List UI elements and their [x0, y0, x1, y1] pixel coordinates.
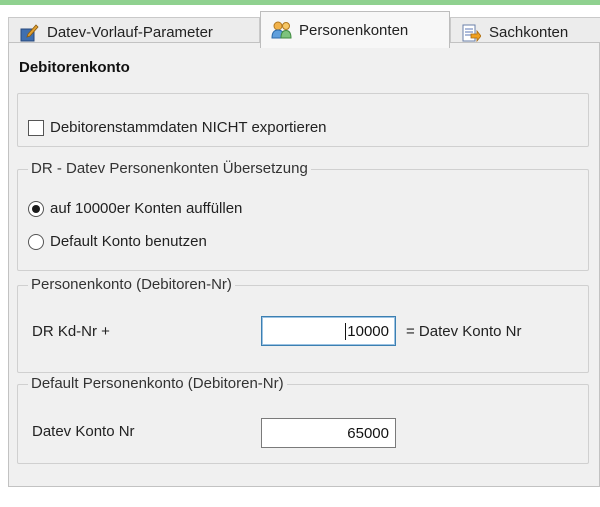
datev-konto-suffix-label: = Datev Konto Nr: [406, 323, 522, 340]
radio-button-selected[interactable]: [28, 200, 44, 217]
kd-nr-offset-value: 10000: [347, 322, 389, 340]
users-icon: [271, 20, 292, 40]
radio-label: Default Konto benutzen: [50, 233, 207, 250]
document-arrow-icon: [461, 23, 482, 43]
text-caret: [345, 322, 347, 340]
account-group: Personenkonto (Debitoren-Nr) DR Kd-Nr + …: [17, 276, 589, 373]
section-heading: Debitorenkonto: [19, 59, 130, 76]
radio-option-default-konto[interactable]: Default Konto benutzen: [28, 233, 207, 250]
translation-group: DR - Datev Personenkonten Übersetzung au…: [17, 160, 589, 271]
tab-label: Sachkonten: [489, 24, 569, 41]
export-checkbox[interactable]: [28, 119, 44, 136]
default-account-legend: Default Personenkonto (Debitoren-Nr): [28, 375, 287, 392]
radio-button[interactable]: [28, 233, 44, 250]
tab-personenkonten[interactable]: Personenkonten: [260, 11, 450, 48]
export-checkbox-label: Debitorenstammdaten NICHT exportieren: [50, 119, 327, 136]
blue-pencil-document-icon: [19, 23, 39, 43]
account-legend: Personenkonto (Debitoren-Nr): [28, 276, 235, 293]
radio-label: auf 10000er Konten auffüllen: [50, 200, 243, 217]
personenkonten-panel: Debitorenkonto Debitorenstammdaten NICHT…: [8, 42, 600, 487]
tab-bar: Datev-Vorlauf-Parameter Personenkonten S…: [0, 5, 600, 48]
radio-option-fill-10000[interactable]: auf 10000er Konten auffüllen: [28, 200, 242, 217]
kd-nr-label: DR Kd-Nr +: [32, 323, 110, 340]
export-checkbox-row[interactable]: Debitorenstammdaten NICHT exportieren: [28, 119, 327, 136]
default-konto-value: 65000: [347, 424, 389, 442]
translation-legend: DR - Datev Personenkonten Übersetzung: [28, 160, 311, 177]
kd-nr-offset-input[interactable]: 10000: [261, 316, 396, 346]
default-account-group: Default Personenkonto (Debitoren-Nr) Dat…: [17, 375, 589, 464]
export-group: Debitorenstammdaten NICHT exportieren: [17, 93, 589, 147]
datev-konto-label: Datev Konto Nr: [32, 423, 135, 440]
tab-label: Personenkonten: [299, 21, 409, 39]
default-konto-input[interactable]: 65000: [261, 418, 396, 448]
tab-label: Datev-Vorlauf-Parameter: [47, 24, 213, 41]
